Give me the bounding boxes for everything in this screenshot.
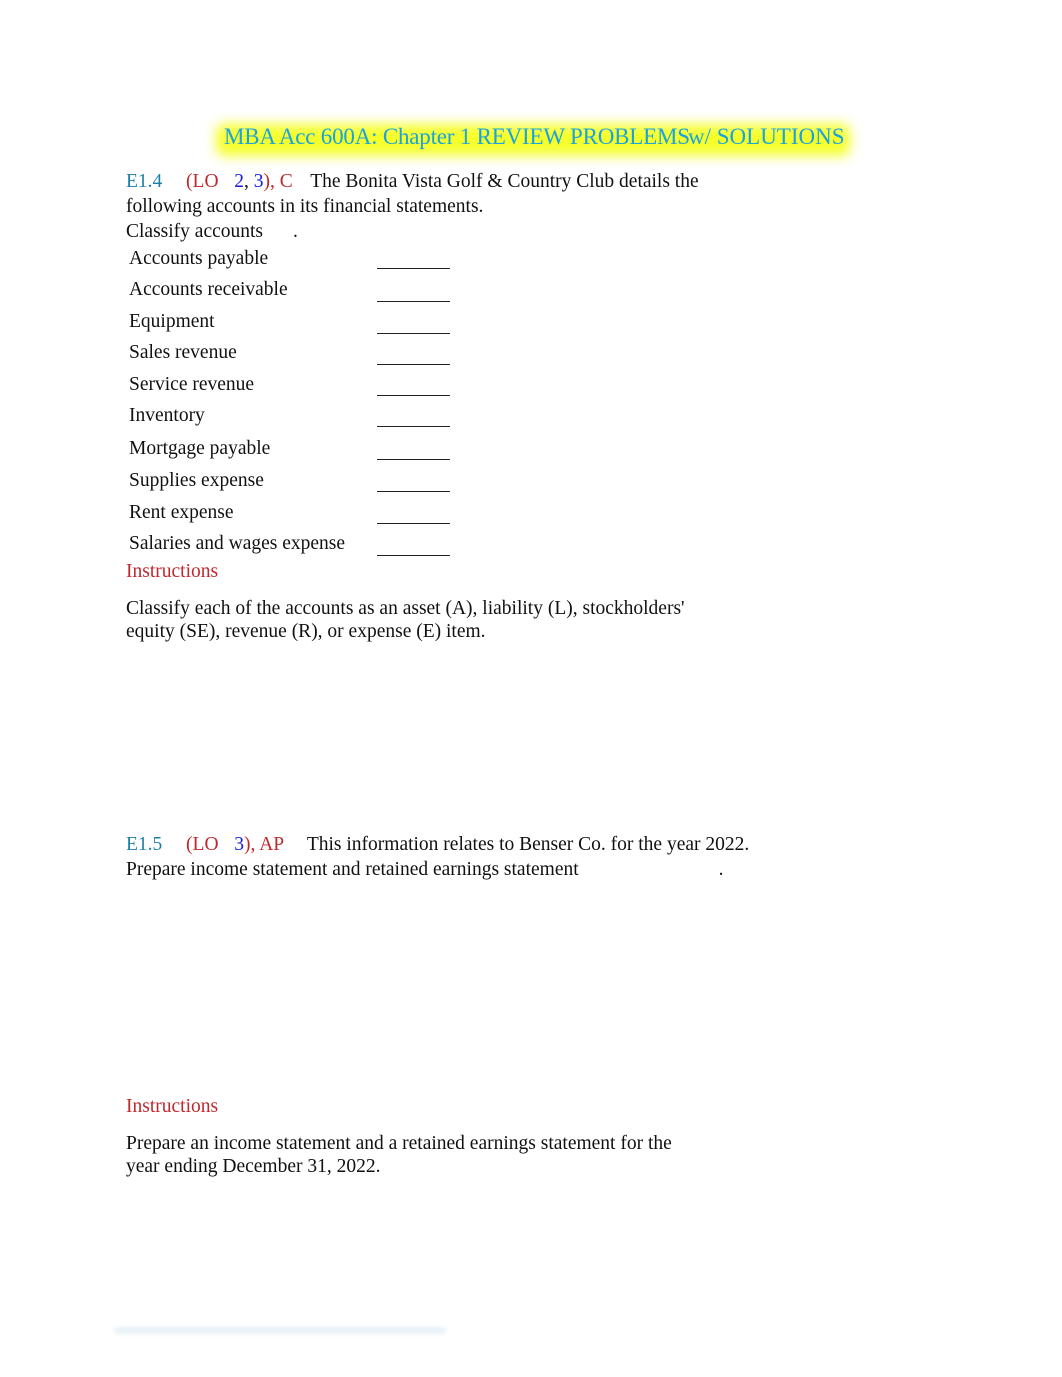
- e15-task: Prepare income statement and retained ea…: [126, 857, 724, 882]
- account-name: Supplies expense: [129, 470, 264, 491]
- e15-lo-1: 3: [234, 834, 245, 855]
- answer-blank[interactable]: [377, 505, 450, 524]
- answer-blank[interactable]: [377, 315, 450, 334]
- account-row: Mortgage payable: [129, 438, 270, 460]
- account-row: Accounts receivable: [129, 279, 288, 301]
- e14-lo-2: 3: [253, 171, 264, 192]
- answer-blank[interactable]: [377, 346, 450, 365]
- answer-blank[interactable]: [377, 537, 450, 556]
- answer-blank[interactable]: [377, 408, 450, 427]
- e14-task-end: .: [293, 221, 298, 242]
- e14-instructions-line1: Classify each of the accounts as an asse…: [126, 598, 685, 619]
- account-name: Service revenue: [129, 374, 255, 395]
- e15-lo-close: ), AP: [244, 834, 284, 855]
- account-name: Sales revenue: [129, 342, 237, 363]
- account-name: Rent expense: [129, 502, 234, 523]
- account-name: Inventory: [129, 405, 205, 426]
- account-name: Equipment: [129, 311, 215, 332]
- account-row: Accounts payable: [129, 248, 268, 270]
- e15-task-text: Prepare income statement and retained ea…: [126, 859, 579, 880]
- account-row: Salaries and wages expense: [129, 533, 345, 555]
- e14-intro-line1: The Bonita Vista Golf & Country Club det…: [310, 171, 699, 192]
- e14-intro-line2: following accounts in its financial stat…: [126, 196, 484, 217]
- e14-lo-close: ), C: [263, 171, 293, 192]
- account-row: Supplies expense: [129, 470, 264, 492]
- document-title-block: MBA Acc 600A: Chapter 1 REVIEW PROBLEMS …: [216, 122, 850, 156]
- document-title-overlap: w/ SOLUTIONS: [688, 124, 845, 149]
- e14-code: E1.4: [126, 171, 163, 192]
- e14-task: Classify accounts.: [126, 219, 298, 244]
- e15-code: E1.5: [126, 834, 163, 855]
- account-name: Accounts receivable: [129, 279, 288, 300]
- account-row: Equipment: [129, 311, 215, 333]
- account-name: Accounts payable: [129, 248, 269, 269]
- e14-task-text: Classify accounts: [126, 221, 264, 242]
- account-row: Inventory: [129, 405, 205, 427]
- e14-lo-1: 2: [234, 171, 245, 192]
- account-name: Salaries and wages expense: [129, 533, 346, 554]
- e14-lo-open: (LO: [186, 171, 219, 192]
- e14-lo-sep: ,: [244, 171, 249, 192]
- answer-blank[interactable]: [377, 283, 450, 302]
- e15-instructions-line1: Prepare an income statement and a retain…: [126, 1133, 672, 1154]
- account-row: Rent expense: [129, 502, 234, 524]
- account-row: Sales revenue: [129, 342, 237, 364]
- account-name: Mortgage payable: [129, 438, 271, 459]
- e15-header: E1.5 (LO 3), AP This information relates…: [126, 832, 749, 857]
- answer-blank[interactable]: [377, 250, 450, 269]
- e14-header: E1.4 (LO 2, 3), C The Bonita Vista Golf …: [126, 169, 699, 194]
- answer-blank[interactable]: [377, 473, 450, 492]
- document-title: MBA Acc 600A: Chapter 1 REVIEW PROBLEMS: [224, 124, 690, 149]
- e15-intro-line1: This information relates to Benser Co. f…: [306, 834, 750, 855]
- e15-lo-open: (LO: [186, 834, 219, 855]
- e15-task-end: .: [718, 859, 724, 880]
- answer-blank[interactable]: [377, 377, 450, 396]
- e14-instructions-label: Instructions: [126, 561, 219, 582]
- e15-instructions-line2: year ending December 31, 2022.: [126, 1156, 381, 1177]
- e14-instructions-line2: equity (SE), revenue (R), or expense (E)…: [126, 621, 486, 642]
- e15-instructions-label: Instructions: [126, 1096, 219, 1117]
- blurred-content-edge: [115, 1328, 445, 1336]
- answer-blank[interactable]: [377, 441, 450, 460]
- account-row: Service revenue: [129, 374, 254, 396]
